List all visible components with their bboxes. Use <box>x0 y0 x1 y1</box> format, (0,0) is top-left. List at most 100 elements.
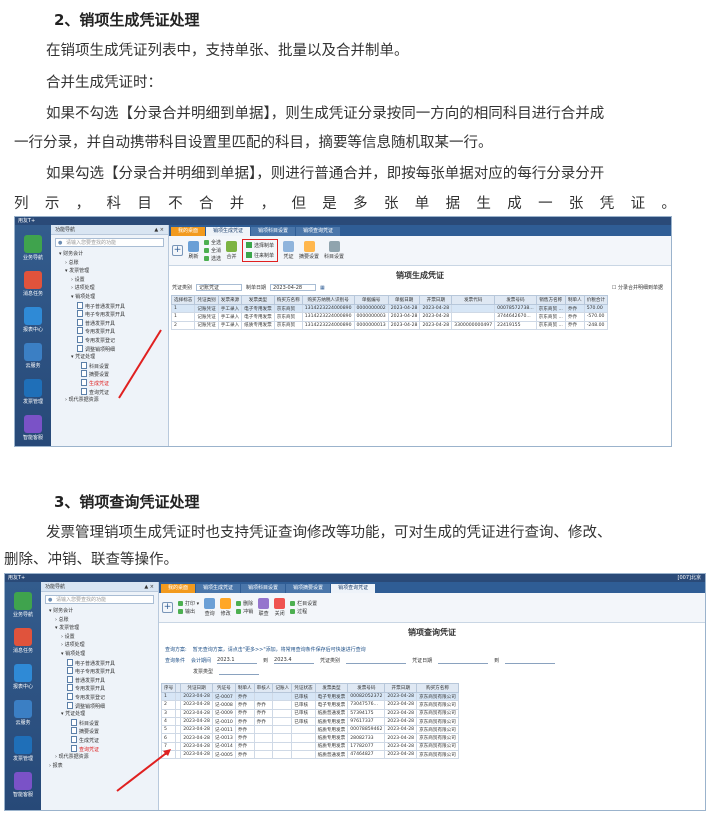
table-row[interactable]: 2 2023-04-28 记-0008 乔乔 乔乔 已审核 电子专用发票 73047576..… <box>160 700 459 710</box>
search-input[interactable]: 请输入您要查找的功能 <box>55 238 164 247</box>
column-header[interactable]: 制单人 <box>564 295 585 305</box>
tab-item[interactable]: 我的桌面 <box>171 227 206 236</box>
tree-item[interactable]: 科目设置 <box>41 719 158 728</box>
tree-item[interactable]: ▾ 发票管理 <box>41 624 158 633</box>
nav-item[interactable]: 消息任务 <box>23 271 43 297</box>
table-row[interactable]: 3 2023-04-28 记-0009 乔乔 乔乔 已审核 纸质普通发票 57394175 20… <box>160 708 459 718</box>
period-from-input[interactable]: 2023.1 <box>217 657 258 664</box>
tree-item[interactable]: › 设置 <box>51 276 168 285</box>
column-header[interactable]: 发票号码 <box>494 295 537 305</box>
date-input[interactable]: 2023-04-28 <box>270 284 317 291</box>
column-header[interactable]: 价税合计 <box>583 295 609 305</box>
nav-item[interactable]: 业务导航 <box>23 235 43 261</box>
table-row[interactable]: 7 2023-04-28 记-0014 乔乔 纸质专用发票 17782077 2023-04… <box>160 741 459 752</box>
table-row[interactable]: 4 2023-04-28 记-0010 乔乔 乔乔 已审核 纸质专用发票 97617337 20… <box>160 716 459 727</box>
select-option[interactable]: 全选 <box>204 239 221 246</box>
table-row[interactable]: 5 2023-04-28 记-0011 乔乔 纸质专用发票 00078859462 2023… <box>160 725 459 735</box>
column-header[interactable]: 销售方名称 <box>535 295 566 305</box>
tree-item[interactable]: ▾ 财务会计 <box>41 607 158 616</box>
make-voucher-option[interactable]: 选择制单 <box>246 242 274 249</box>
nav-item[interactable]: 智能客服 <box>23 415 43 441</box>
print-option[interactable]: 输出 <box>178 608 199 615</box>
table-row[interactable]: 1 2023-04-28 记-0007 乔乔 已审核 电子专用发票 00082052372 2… <box>160 691 459 702</box>
table-row[interactable]: 1 记账凭证 手工录入 电子专用发票 京东商贸 1314223224000890 00000… <box>170 303 609 314</box>
column-option[interactable]: 过程 <box>290 608 317 615</box>
query-button[interactable]: 查询 <box>204 598 216 617</box>
tab-item[interactable]: 销项摘要设置 <box>286 584 331 593</box>
tree-item[interactable]: ▾ 发票管理 <box>51 267 168 276</box>
column-header[interactable]: 凭证号 <box>211 683 236 693</box>
refresh-button[interactable]: 刷新 <box>188 241 199 260</box>
tree-item[interactable]: ▾ 财务会计 <box>51 250 168 259</box>
nav-item[interactable]: 发票管理 <box>23 379 43 405</box>
add-button[interactable]: + <box>172 244 183 257</box>
table-row[interactable]: 82023-04-28记-0005乔乔纸质普通发票474648272023-04… <box>160 750 459 760</box>
table-row[interactable]: 6 2023-04-28 记-0013 乔乔 纸质专用发票 28082733 2023-04… <box>160 733 459 743</box>
tree-item[interactable]: 摘要设置 <box>41 727 158 736</box>
table-row[interactable]: 1 记账凭证 手工录入 电子专用发票 京东商贸 1314223224000890 00000… <box>170 312 609 322</box>
nav-item[interactable]: 报表中心 <box>23 307 43 333</box>
column-option[interactable]: 栏目设置 <box>290 600 317 607</box>
column-header[interactable]: 发票来源 <box>217 295 243 305</box>
tab-item[interactable]: 销项查询凭证 <box>331 584 376 593</box>
tree-item[interactable]: ▾ 凭证处理 <box>41 710 158 719</box>
tree-item[interactable]: › 进项处理 <box>41 641 158 650</box>
select-option[interactable]: 全消 <box>204 247 221 254</box>
tree-item[interactable]: › 总账 <box>41 616 158 625</box>
voucher-button[interactable]: 凭证 <box>283 241 295 260</box>
tree-item[interactable]: ▾ 销项处理 <box>51 293 168 302</box>
tree-item[interactable]: › 进项处理 <box>51 284 168 293</box>
summary-settings-button[interactable]: 摘要设置 <box>299 241 319 260</box>
make-voucher-option[interactable]: 往来制单 <box>246 252 274 259</box>
nav-item[interactable]: 报表中心 <box>13 664 33 690</box>
tab-item[interactable]: 销项生成凭证 <box>196 584 241 593</box>
delete-option[interactable]: 冲销 <box>236 608 253 615</box>
column-header[interactable]: 单据编号 <box>353 295 389 305</box>
type-input[interactable] <box>346 657 407 664</box>
close-button[interactable]: 关闭 <box>274 598 286 617</box>
search-input-2[interactable]: 请输入您要查找的功能 <box>45 595 154 604</box>
tree-item[interactable]: › 设置 <box>41 633 158 642</box>
tree-item[interactable]: 普通发票开具 <box>41 676 158 685</box>
column-header[interactable]: 记账人 <box>272 683 293 693</box>
column-header[interactable]: 发票类型 <box>314 683 349 693</box>
nav-item[interactable]: 消息任务 <box>13 628 33 654</box>
merge-button[interactable]: 合并 <box>226 241 238 260</box>
tree-item[interactable]: 调整销项明细 <box>41 702 158 711</box>
column-header[interactable]: 凭证状态 <box>291 683 316 693</box>
nav-item[interactable]: 业务导航 <box>13 592 33 618</box>
print-option[interactable]: 打印 ▾ <box>178 600 199 607</box>
table-row[interactable]: 2 记账凭证 手工录入 纸质专用发票 京东商贸 1314223224000890 00000… <box>170 320 609 330</box>
tree-item[interactable]: 电子普通发票开具 <box>41 659 158 668</box>
column-header[interactable]: 选择标志 <box>170 295 196 305</box>
column-header[interactable]: 发票号码 <box>347 683 386 693</box>
calendar-icon[interactable]: ▦ <box>320 285 325 291</box>
column-header[interactable]: 开票日期 <box>419 295 453 305</box>
column-header[interactable]: 单据日期 <box>387 295 421 305</box>
voucher-type-select[interactable]: 记账凭证 <box>196 284 243 291</box>
column-header[interactable]: 审核人 <box>253 683 274 693</box>
tree-item[interactable]: › 总账 <box>51 259 168 268</box>
nav-item[interactable]: 发票管理 <box>13 736 33 762</box>
column-header[interactable]: 购买方名称 <box>273 295 303 305</box>
column-header[interactable]: 制单人 <box>234 683 255 693</box>
column-header[interactable]: 购买方名称 <box>416 683 459 693</box>
nav-item[interactable]: 云服务 <box>24 343 42 369</box>
link-button[interactable]: 联查 <box>258 598 270 617</box>
subject-settings-button[interactable]: 科目设置 <box>324 241 344 260</box>
period-to-input[interactable]: 2023.4 <box>274 657 315 664</box>
nav-item[interactable]: 云服务 <box>14 700 32 726</box>
nav-item[interactable]: 智能客服 <box>13 772 33 798</box>
merge-checkbox[interactable]: ☐ 分录合并明细到单据 <box>612 284 663 291</box>
date-from-input[interactable] <box>438 657 489 664</box>
pin-icon[interactable]: ▲ × <box>154 225 164 234</box>
column-header[interactable]: 发票类型 <box>241 295 275 305</box>
column-header[interactable]: 序号 <box>160 683 177 693</box>
add-button-2[interactable]: + <box>162 601 173 614</box>
tab-item[interactable]: 销项科目设置 <box>251 227 296 236</box>
tab-item[interactable]: 销项科目设置 <box>241 584 286 593</box>
column-header[interactable]: 开票日期 <box>384 683 418 693</box>
invoice-type-input[interactable] <box>219 668 260 675</box>
delete-option[interactable]: 删除 <box>236 600 253 607</box>
tab-item[interactable]: 我的桌面 <box>161 584 196 593</box>
